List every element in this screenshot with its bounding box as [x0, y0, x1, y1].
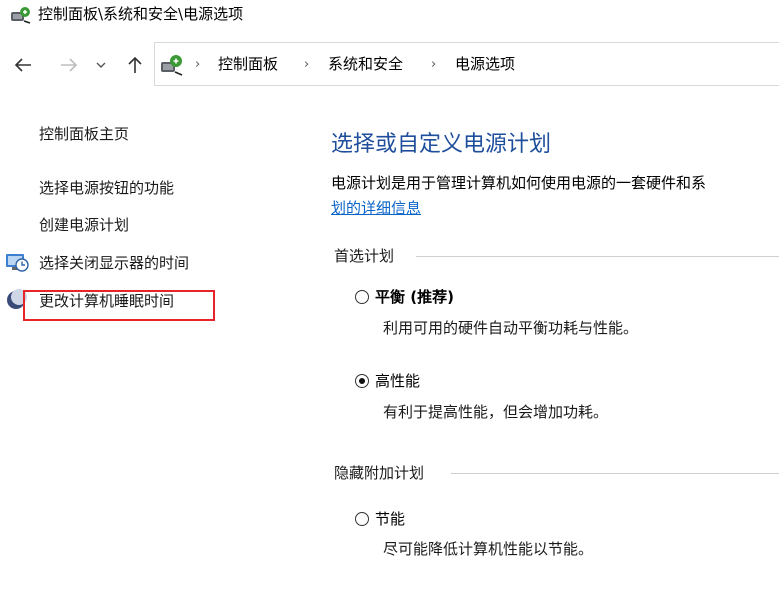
- page-title: 选择或自定义电源计划: [331, 132, 552, 157]
- plan-description: 利用可用的硬件自动平衡功耗与性能。: [383, 319, 639, 337]
- power-options-icon: [11, 7, 31, 24]
- back-button[interactable]: [12, 54, 34, 76]
- address-bar[interactable]: › 控制面板 › 系统和安全 › 电源选项: [154, 42, 779, 86]
- sidebar-item-display-off-time[interactable]: 选择关闭显示器的时间: [39, 253, 189, 273]
- plan-name: 节能: [375, 510, 406, 528]
- breadcrumb-separator[interactable]: ›: [431, 56, 436, 74]
- forward-button[interactable]: [58, 54, 80, 76]
- up-button[interactable]: [124, 54, 146, 76]
- highlight-annotation-box: [23, 290, 215, 321]
- sidebar-item-power-button[interactable]: 选择电源按钮的功能: [39, 178, 174, 198]
- plan-details-link[interactable]: 划的详细信息: [331, 198, 421, 218]
- arrow-right-icon: [61, 58, 78, 72]
- radio-button[interactable]: [355, 512, 369, 526]
- radio-button[interactable]: [355, 290, 369, 304]
- sidebar-item-create-plan[interactable]: 创建电源计划: [39, 215, 129, 235]
- page-description: 电源计划是用于管理计算机如何使用电源的一套硬件和系: [331, 174, 707, 192]
- sidebar-item-home[interactable]: 控制面板主页: [39, 124, 129, 144]
- breadcrumb-system-security[interactable]: 系统和安全: [328, 54, 403, 74]
- arrow-left-icon: [14, 58, 31, 72]
- preferred-plans-heading: 首选计划: [334, 247, 395, 265]
- plan-description: 有利于提高性能，但会增加功耗。: [383, 403, 609, 421]
- breadcrumb-control-panel[interactable]: 控制面板: [218, 54, 278, 74]
- plan-name: 高性能: [375, 372, 421, 390]
- plan-name: 平衡 (推荐): [375, 288, 454, 306]
- plan-radio-high-performance[interactable]: 高性能: [355, 370, 420, 392]
- arrow-up-icon: [128, 56, 142, 73]
- control-panel-icon: [161, 55, 183, 76]
- plan-description: 尽可能降低计算机性能以节能。: [383, 540, 594, 558]
- radio-button-selected[interactable]: [355, 374, 369, 388]
- hidden-plans-heading: 隐藏附加计划: [334, 464, 425, 482]
- breadcrumb-power-options[interactable]: 电源选项: [455, 54, 515, 74]
- plan-radio-balanced[interactable]: 平衡 (推荐): [355, 286, 454, 308]
- breadcrumb-separator: ›: [195, 57, 201, 72]
- display-clock-icon: [6, 254, 29, 272]
- recent-locations-button[interactable]: [94, 54, 108, 76]
- plan-radio-power-saver[interactable]: 节能: [355, 508, 405, 530]
- group-divider: [451, 473, 779, 474]
- title-bar: 控制面板\系统和安全\电源选项: [0, 0, 779, 30]
- breadcrumb-separator[interactable]: ›: [304, 56, 309, 74]
- group-divider: [416, 256, 779, 257]
- chevron-down-icon: [96, 62, 106, 68]
- window-title: 控制面板\系统和安全\电源选项: [38, 5, 244, 23]
